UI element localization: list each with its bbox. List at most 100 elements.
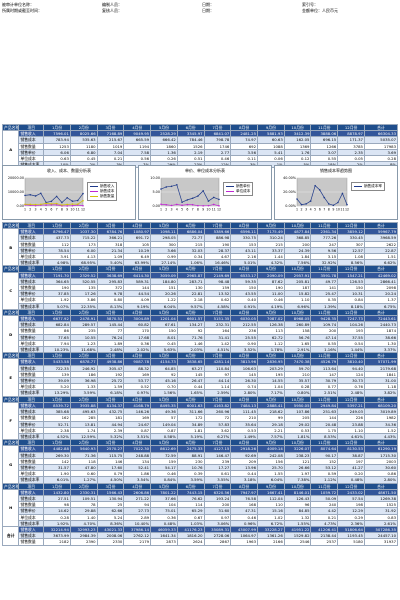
product-group-label: B xyxy=(1,228,20,267)
data-point xyxy=(34,203,37,206)
x-tick-label: 6 xyxy=(50,208,52,212)
x-tick-label: 11 xyxy=(212,208,216,212)
data-point xyxy=(170,185,173,188)
product-group-label: H xyxy=(1,488,20,527)
x-tick-label: 9 xyxy=(332,208,334,212)
table-cell: 5180 xyxy=(337,538,365,546)
data-point xyxy=(82,199,84,202)
legend-swatch xyxy=(226,185,234,188)
y-tick-label: 10000.00 xyxy=(8,190,24,194)
data-point xyxy=(165,203,168,206)
data-point xyxy=(337,201,339,204)
x-tick-label: 6 xyxy=(186,208,188,212)
column-header: 产品名称 xyxy=(1,352,20,360)
x-tick-label: 1 xyxy=(24,208,26,212)
data-point xyxy=(332,204,335,207)
data-point xyxy=(160,188,162,190)
x-tick-label: 7 xyxy=(56,208,58,212)
data-point xyxy=(328,203,330,205)
data-point xyxy=(218,198,220,201)
data-point xyxy=(34,195,37,197)
x-tick-label: 6 xyxy=(319,208,321,212)
legend-label: 销售数量 xyxy=(100,194,115,198)
table-row: 销售数量 2182 2390 2330 2179 2873 2624 2867 1963 2166… xyxy=(3,538,399,546)
x-tick-label: 3 xyxy=(35,208,37,212)
x-tick-label: 10 xyxy=(206,208,210,212)
revenue-cost-quantity-chart: 收入、成本、数量分析表 20000.00 10000.00 0.00 1 2 3 4 5 6 7 8… xyxy=(2,165,136,220)
product-group-label: F xyxy=(1,401,20,441)
chart-legend: 销售收入 销售成本 销售数量 xyxy=(87,182,118,201)
y-tick-label: 20000.00 xyxy=(8,176,24,180)
table-cell: 2537 xyxy=(310,538,339,546)
review-date-label: 日期： xyxy=(202,8,214,13)
y-tick-label: 0.00 xyxy=(152,204,160,208)
legend-item: 销售成本率 xyxy=(354,184,382,189)
data-point xyxy=(61,204,63,206)
data-point xyxy=(176,183,178,186)
data-point xyxy=(29,203,32,206)
data-point xyxy=(24,194,26,197)
data-point xyxy=(309,200,312,202)
data-point xyxy=(202,205,204,207)
data-point xyxy=(318,189,321,191)
data-point xyxy=(71,200,74,203)
table-cell: 2330 xyxy=(96,538,125,546)
data-point xyxy=(82,192,84,195)
x-tick-label: 12 xyxy=(217,208,221,212)
data-point xyxy=(71,203,74,205)
data-point xyxy=(82,204,84,207)
data-point xyxy=(55,195,58,198)
column-header: 产品名称 xyxy=(1,439,20,447)
product-group-label: G xyxy=(1,445,20,484)
data-point xyxy=(61,201,63,204)
legend-item: 单位成本 xyxy=(226,189,250,194)
data-point xyxy=(24,203,26,206)
data-point xyxy=(160,203,162,206)
data-point xyxy=(197,204,199,207)
legend-swatch xyxy=(90,195,98,198)
data-point xyxy=(346,203,348,206)
x-tick-label: 12 xyxy=(81,208,85,212)
data-point xyxy=(66,203,68,206)
x-tick-label: 2 xyxy=(165,208,167,212)
data-point xyxy=(40,203,42,206)
data-point xyxy=(323,196,326,199)
data-point xyxy=(170,204,173,207)
x-tick-label: 11 xyxy=(340,208,344,212)
data-point xyxy=(181,204,183,207)
column-header: 产品名称 xyxy=(1,221,20,230)
products-detail-table: 产品名称 项目 1月份 2月份 3月份 4月份 5月份 6月份 7月份 8月份 9月份 10月份 11月… xyxy=(1,221,399,546)
data-point xyxy=(45,204,47,206)
x-tick-label: 7 xyxy=(192,208,194,212)
table-cell: 2390 xyxy=(69,538,98,546)
x-tick-label: 3 xyxy=(171,208,173,212)
x-tick-label: 5 xyxy=(314,208,316,212)
data-point xyxy=(186,199,189,201)
x-tick-label: 4 xyxy=(310,208,312,212)
data-point xyxy=(207,200,210,202)
x-tick-label: 10 xyxy=(70,208,74,212)
table-cell: 2867 xyxy=(203,538,232,546)
data-point xyxy=(55,202,58,205)
data-point xyxy=(191,203,194,206)
data-point xyxy=(71,204,74,207)
chart-svg: 40.00%20.00%0.00%1 2 3 4 5 6 7 8 9 10 11 12 xyxy=(283,176,349,212)
data-point xyxy=(305,203,307,205)
data-point xyxy=(197,195,199,197)
data-point xyxy=(165,186,168,188)
x-tick-label: 10 xyxy=(336,208,340,212)
legend-label: 单位成本 xyxy=(236,189,251,193)
x-tick-label: 2 xyxy=(301,208,303,212)
legend-item: 销售数量 xyxy=(90,194,114,199)
column-header: 产品名称 xyxy=(1,123,20,132)
legend-swatch xyxy=(354,185,362,188)
x-tick-label: 2 xyxy=(29,208,31,212)
legend-swatch xyxy=(90,190,98,193)
x-tick-label: 5 xyxy=(45,208,47,212)
y-tick-label: 40.00% xyxy=(283,176,297,180)
y-tick-label: 5.00 xyxy=(152,190,160,194)
x-tick-label: 7 xyxy=(323,208,325,212)
data-point xyxy=(300,203,303,206)
x-tick-label: 3 xyxy=(305,208,307,212)
data-point xyxy=(202,190,204,192)
